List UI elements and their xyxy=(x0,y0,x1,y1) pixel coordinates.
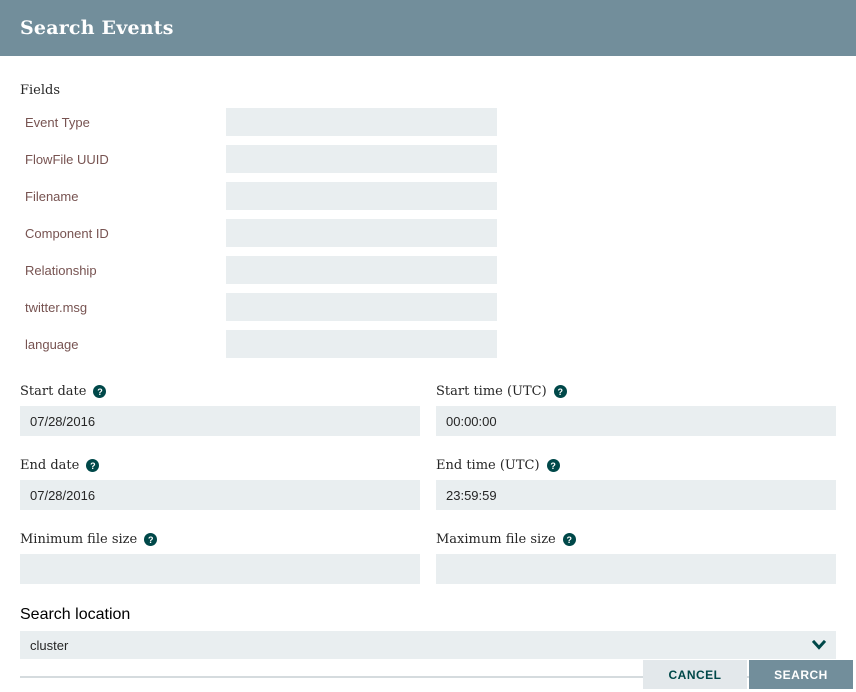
end-time-label: End time (UTC) ? xyxy=(436,458,836,473)
help-icon[interactable]: ? xyxy=(562,533,576,546)
dialog-title: Search Events xyxy=(20,17,174,39)
field-label: Component ID xyxy=(25,225,109,241)
dialog-body: Fields Event Type FlowFile UUID Filename… xyxy=(0,83,856,678)
field-label: twitter.msg xyxy=(25,299,88,315)
max-file-size-label-text: Maximum file size xyxy=(436,532,556,547)
max-file-size-input[interactable] xyxy=(436,554,836,584)
event-type-input[interactable] xyxy=(226,108,497,136)
end-time-label-text: End time (UTC) xyxy=(436,458,540,473)
max-file-size-label: Maximum file size ? xyxy=(436,532,836,547)
start-date-input[interactable] xyxy=(20,406,420,436)
dialog-header: Search Events xyxy=(0,0,856,56)
end-date-label-text: End date xyxy=(20,458,80,473)
language-input[interactable] xyxy=(226,330,497,358)
field-label: Event Type xyxy=(25,114,90,130)
field-label: language xyxy=(25,336,79,352)
cancel-button[interactable]: CANCEL xyxy=(643,660,747,689)
field-label: FlowFile UUID xyxy=(25,151,109,167)
search-location-selected-value: cluster xyxy=(30,637,69,653)
help-icon[interactable]: ? xyxy=(144,533,158,546)
help-icon[interactable]: ? xyxy=(546,459,560,472)
start-date-group: Start date ? xyxy=(20,384,420,436)
field-row-event-type: Event Type xyxy=(20,108,836,136)
end-time-group: End time (UTC) ? xyxy=(436,458,836,510)
fields-section-heading: Fields xyxy=(20,83,61,98)
field-row-filename: Filename xyxy=(20,182,836,210)
min-file-size-group: Minimum file size ? xyxy=(20,532,420,584)
field-row-twitter-msg: twitter.msg xyxy=(20,293,836,321)
start-date-label: Start date ? xyxy=(20,384,420,399)
start-time-label: Start time (UTC) ? xyxy=(436,384,836,399)
field-row-flowfile-uuid: FlowFile UUID xyxy=(20,145,836,173)
component-id-input[interactable] xyxy=(226,219,497,247)
relationship-input[interactable] xyxy=(226,256,497,284)
search-button[interactable]: SEARCH xyxy=(749,660,853,689)
min-file-size-label-text: Minimum file size xyxy=(20,532,138,547)
field-row-relationship: Relationship xyxy=(20,256,836,284)
end-time-input[interactable] xyxy=(436,480,836,510)
field-row-component-id: Component ID xyxy=(20,219,836,247)
help-icon[interactable]: ? xyxy=(86,459,100,472)
start-date-label-text: Start date xyxy=(20,384,87,399)
end-date-group: End date ? xyxy=(20,458,420,510)
end-date-input[interactable] xyxy=(20,480,420,510)
field-row-language: language xyxy=(20,330,836,358)
min-file-size-label: Minimum file size ? xyxy=(20,532,420,547)
search-location-select[interactable]: cluster xyxy=(20,631,836,659)
help-icon[interactable]: ? xyxy=(93,385,107,398)
start-time-group: Start time (UTC) ? xyxy=(436,384,836,436)
dialog-footer: CANCEL SEARCH xyxy=(643,660,853,689)
min-file-size-input[interactable] xyxy=(20,554,420,584)
fields-list: Event Type FlowFile UUID Filename Compon… xyxy=(20,108,836,358)
field-label: Relationship xyxy=(25,262,97,278)
filename-input[interactable] xyxy=(226,182,497,210)
help-icon[interactable]: ? xyxy=(553,385,567,398)
end-date-label: End date ? xyxy=(20,458,420,473)
start-time-label-text: Start time (UTC) xyxy=(436,384,547,399)
field-label: Filename xyxy=(25,188,79,204)
chevron-down-icon[interactable] xyxy=(812,640,826,650)
search-location-section: Search location cluster xyxy=(20,606,836,659)
datetime-grid: Start date ? Start time (UTC) ? End date… xyxy=(20,384,836,584)
max-file-size-group: Maximum file size ? xyxy=(436,532,836,584)
twitter-msg-input[interactable] xyxy=(226,293,497,321)
flowfile-uuid-input[interactable] xyxy=(226,145,497,173)
search-location-label: Search location xyxy=(20,606,131,623)
start-time-input[interactable] xyxy=(436,406,836,436)
